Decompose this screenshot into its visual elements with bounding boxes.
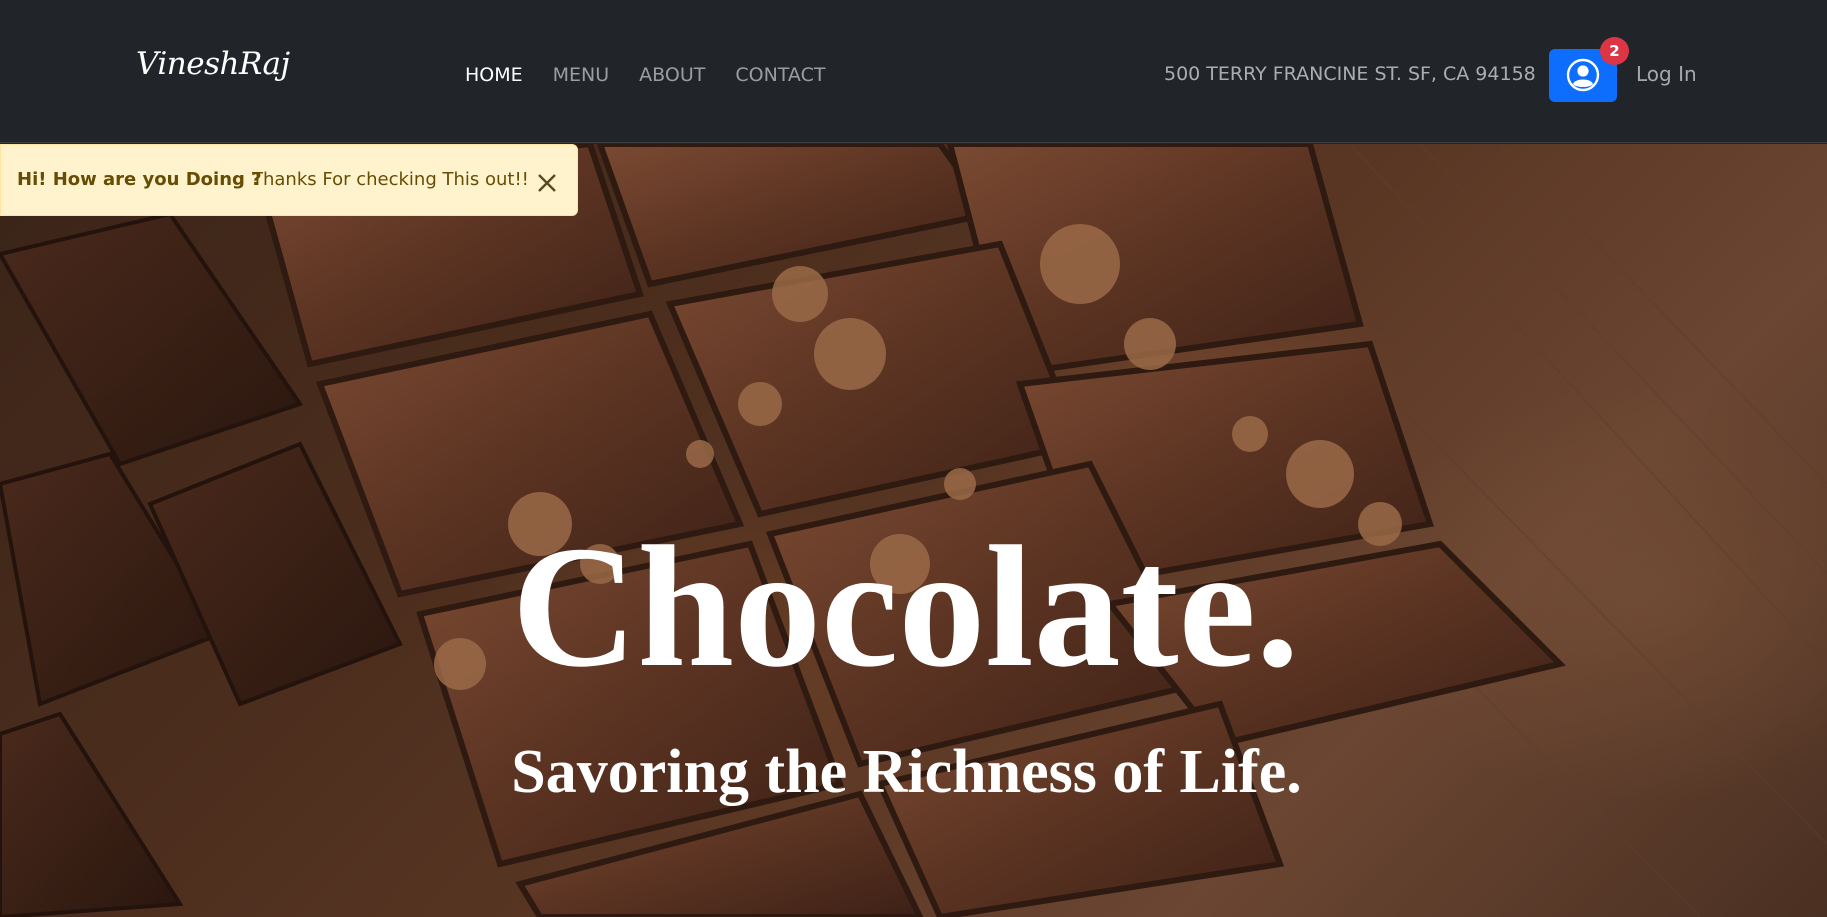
brand-logo[interactable]: VineshRaj: [136, 46, 290, 82]
navbar: VineshRaj HOME MENU ABOUT CONTACT 500 TE…: [0, 0, 1827, 143]
hero-title-text: Chocolate.: [511, 510, 1300, 703]
alert-strong-text: Hi! How are you Doing ?: [17, 169, 262, 190]
address-text: 500 TERRY FRANCINE ST. SF, CA 94158: [1164, 63, 1536, 85]
nav-link-home[interactable]: HOME: [465, 64, 523, 86]
nav-link-about[interactable]: ABOUT: [639, 64, 705, 86]
notification-badge: 2: [1600, 37, 1629, 65]
close-icon: [538, 174, 556, 192]
nav-links: HOME MENU ABOUT CONTACT: [465, 64, 825, 86]
alert-message: Thanks For checking This out!!: [252, 169, 529, 190]
user-circle-icon: [1566, 58, 1600, 92]
hero-subtitle: Savoring the Richness of Life.: [0, 741, 1827, 803]
nav-link-menu[interactable]: MENU: [553, 64, 610, 86]
nav-link-contact[interactable]: CONTACT: [735, 64, 825, 86]
login-link[interactable]: Log In: [1636, 62, 1697, 86]
alert-close-button[interactable]: [533, 169, 561, 197]
alert-banner: Hi! How are you Doing ? Thanks For check…: [0, 144, 578, 216]
hero-subtitle-text: Savoring the Richness of Life.: [511, 738, 1302, 806]
hero-title: Chocolate.: [0, 520, 1827, 694]
